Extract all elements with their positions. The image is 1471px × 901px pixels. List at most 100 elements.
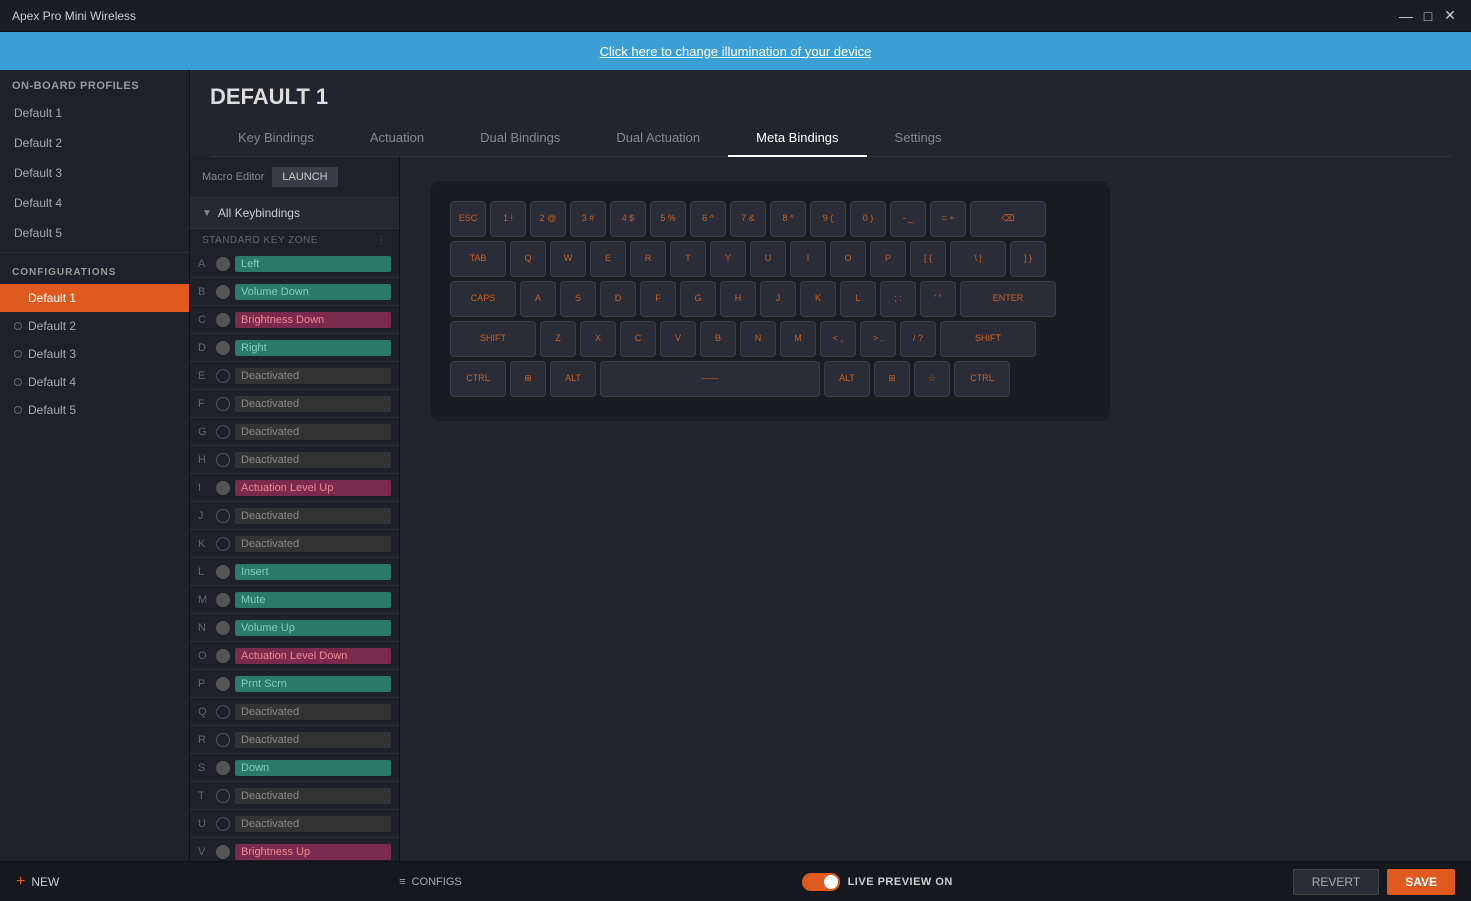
binding-row-j[interactable]: J Deactivated xyxy=(190,502,399,530)
binding-row-s[interactable]: S Down xyxy=(190,754,399,782)
tab-settings[interactable]: Settings xyxy=(867,120,970,157)
key-lshift[interactable]: SHIFT xyxy=(450,321,536,357)
key-1[interactable]: 1 ! xyxy=(490,201,526,237)
key-9[interactable]: 9 ( xyxy=(810,201,846,237)
key-v[interactable]: V xyxy=(660,321,696,357)
binding-row-e[interactable]: E Deactivated xyxy=(190,362,399,390)
key-8[interactable]: 8 * xyxy=(770,201,806,237)
binding-row-i[interactable]: I Actuation Level Up xyxy=(190,474,399,502)
binding-row-g[interactable]: G Deactivated xyxy=(190,418,399,446)
new-button[interactable]: + NEW xyxy=(16,873,59,891)
all-keybindings-header[interactable]: ▼ All Keybindings xyxy=(190,198,399,229)
key-b[interactable]: B xyxy=(700,321,736,357)
key-e[interactable]: E xyxy=(590,241,626,277)
key-q[interactable]: Q xyxy=(510,241,546,277)
save-button[interactable]: SAVE xyxy=(1387,869,1455,895)
binding-row-q[interactable]: Q Deactivated xyxy=(190,698,399,726)
binding-row-k[interactable]: K Deactivated xyxy=(190,530,399,558)
key-z[interactable]: Z xyxy=(540,321,576,357)
key-semicolon[interactable]: ; : xyxy=(880,281,916,317)
key-3[interactable]: 3 # xyxy=(570,201,606,237)
key-x[interactable]: X xyxy=(580,321,616,357)
binding-row-h[interactable]: H Deactivated xyxy=(190,446,399,474)
key-k[interactable]: K xyxy=(800,281,836,317)
key-esc[interactable]: ESC xyxy=(450,201,486,237)
sidebar-item-default1[interactable]: Default 1 xyxy=(0,98,189,128)
tab-meta-bindings[interactable]: Meta Bindings xyxy=(728,120,866,157)
minimize-button[interactable]: — xyxy=(1397,7,1415,25)
close-button[interactable]: ✕ xyxy=(1441,7,1459,25)
key-l[interactable]: L xyxy=(840,281,876,317)
key-space[interactable]: —— xyxy=(600,361,820,397)
config-item-1[interactable]: Default 1 xyxy=(0,284,189,312)
tab-dual-bindings[interactable]: Dual Bindings xyxy=(452,120,588,157)
binding-row-f[interactable]: F Deactivated xyxy=(190,390,399,418)
key-r[interactable]: R xyxy=(630,241,666,277)
key-backslash[interactable]: \ | xyxy=(950,241,1006,277)
sidebar-item-default4[interactable]: Default 4 xyxy=(0,188,189,218)
binding-row-u[interactable]: U Deactivated xyxy=(190,810,399,838)
key-rctrl[interactable]: CTRL xyxy=(954,361,1010,397)
config-item-2[interactable]: Default 2 xyxy=(0,312,189,340)
live-preview-toggle[interactable] xyxy=(802,873,840,891)
key-5[interactable]: 5 % xyxy=(650,201,686,237)
key-j[interactable]: J xyxy=(760,281,796,317)
binding-row-r[interactable]: R Deactivated xyxy=(190,726,399,754)
binding-row-m[interactable]: M Mute xyxy=(190,586,399,614)
sidebar-item-default5[interactable]: Default 5 xyxy=(0,218,189,248)
key-rshift[interactable]: SHIFT xyxy=(940,321,1036,357)
binding-row-v[interactable]: V Brightness Up xyxy=(190,838,399,861)
binding-row-o[interactable]: O Actuation Level Down xyxy=(190,642,399,670)
key-ralt[interactable]: ALT xyxy=(824,361,870,397)
key-rbracket[interactable]: ] } xyxy=(1010,241,1046,277)
key-i[interactable]: I xyxy=(790,241,826,277)
binding-row-p[interactable]: P Prnt Scrn xyxy=(190,670,399,698)
key-w[interactable]: W xyxy=(550,241,586,277)
key-lalt[interactable]: ALT xyxy=(550,361,596,397)
key-rwin[interactable]: ⊞ xyxy=(874,361,910,397)
key-m[interactable]: M xyxy=(780,321,816,357)
sidebar-item-default2[interactable]: Default 2 xyxy=(0,128,189,158)
config-item-4[interactable]: Default 4 xyxy=(0,368,189,396)
key-fn[interactable]: ☆ xyxy=(914,361,950,397)
key-tab[interactable]: TAB xyxy=(450,241,506,277)
key-0[interactable]: 0 ) xyxy=(850,201,886,237)
binding-row-n[interactable]: N Volume Up xyxy=(190,614,399,642)
key-c[interactable]: C xyxy=(620,321,656,357)
key-g[interactable]: G xyxy=(680,281,716,317)
key-backspace[interactable]: ⌫ xyxy=(970,201,1046,237)
key-6[interactable]: 6 ^ xyxy=(690,201,726,237)
key-4[interactable]: 4 $ xyxy=(610,201,646,237)
key-lctrl[interactable]: CTRL xyxy=(450,361,506,397)
banner-link[interactable]: Click here to change illumination of you… xyxy=(600,44,872,59)
tab-dual-actuation[interactable]: Dual Actuation xyxy=(588,120,728,157)
key-2[interactable]: 2 @ xyxy=(530,201,566,237)
binding-row-d[interactable]: D Right xyxy=(190,334,399,362)
key-s[interactable]: S xyxy=(560,281,596,317)
key-slash[interactable]: / ? xyxy=(900,321,936,357)
key-u[interactable]: U xyxy=(750,241,786,277)
tab-key-bindings[interactable]: Key Bindings xyxy=(210,120,342,157)
key-y[interactable]: Y xyxy=(710,241,746,277)
key-o[interactable]: O xyxy=(830,241,866,277)
key-lwin[interactable]: ⊞ xyxy=(510,361,546,397)
binding-row-l[interactable]: L Insert xyxy=(190,558,399,586)
key-comma[interactable]: < , xyxy=(820,321,856,357)
key-minus[interactable]: - _ xyxy=(890,201,926,237)
key-capslock[interactable]: CAPS xyxy=(450,281,516,317)
configs-button[interactable]: ≡ CONFIGS xyxy=(399,876,462,888)
key-quote[interactable]: ' " xyxy=(920,281,956,317)
key-lbracket[interactable]: [ { xyxy=(910,241,946,277)
config-item-3[interactable]: Default 3 xyxy=(0,340,189,368)
key-h[interactable]: H xyxy=(720,281,756,317)
key-n[interactable]: N xyxy=(740,321,776,357)
revert-button[interactable]: REVERT xyxy=(1293,869,1379,895)
key-p[interactable]: P xyxy=(870,241,906,277)
key-equals[interactable]: = + xyxy=(930,201,966,237)
key-a[interactable]: A xyxy=(520,281,556,317)
sidebar-item-default3[interactable]: Default 3 xyxy=(0,158,189,188)
tab-actuation[interactable]: Actuation xyxy=(342,120,452,157)
key-d[interactable]: D xyxy=(600,281,636,317)
key-f[interactable]: F xyxy=(640,281,676,317)
binding-row-t[interactable]: T Deactivated xyxy=(190,782,399,810)
